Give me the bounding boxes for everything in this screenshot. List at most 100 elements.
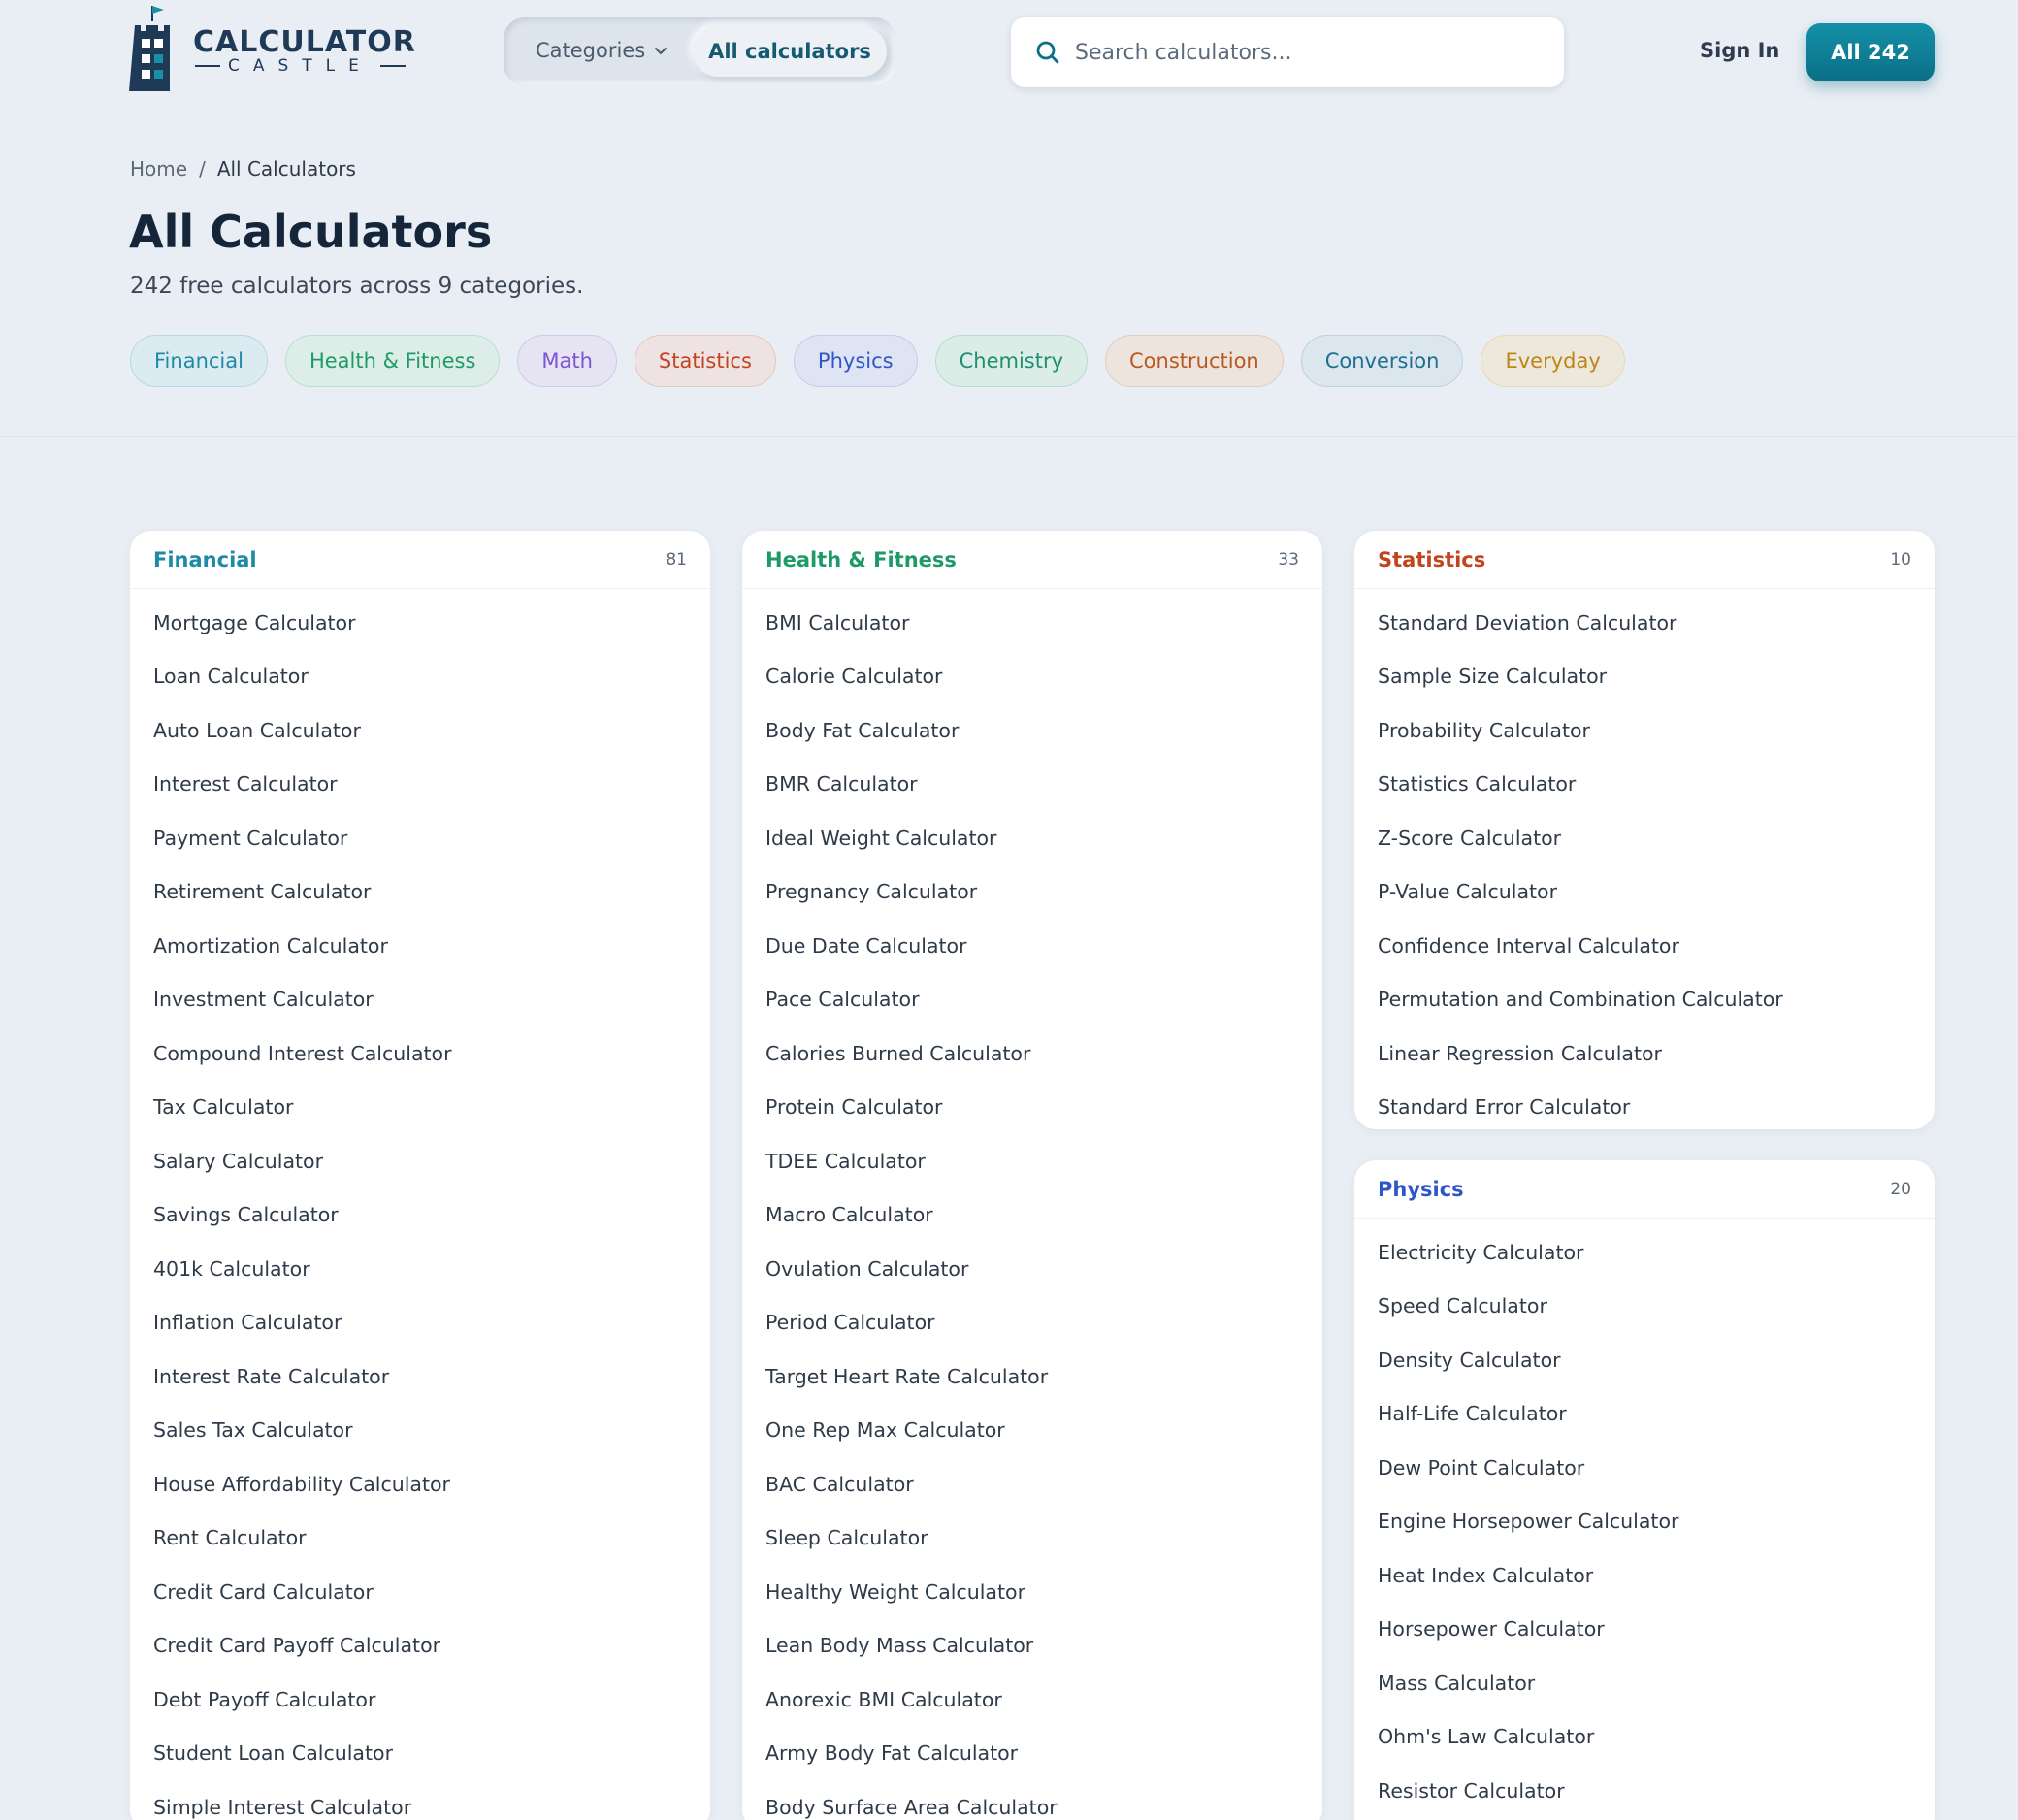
calculator-link[interactable]: Healthy Weight Calculator bbox=[742, 1565, 1322, 1619]
calculator-link[interactable]: Ohm's Law Calculator bbox=[1354, 1710, 1935, 1765]
calculator-link[interactable]: Probability Calculator bbox=[1354, 703, 1935, 758]
calculator-link[interactable]: One Rep Max Calculator bbox=[742, 1404, 1322, 1458]
calculator-link[interactable]: Target Heart Rate Calculator bbox=[742, 1349, 1322, 1404]
card-header[interactable]: Financial 81 bbox=[130, 531, 710, 589]
calculator-link[interactable]: Body Fat Calculator bbox=[742, 703, 1322, 758]
calculator-link[interactable]: Pregnancy Calculator bbox=[742, 865, 1322, 920]
calculator-link[interactable]: TDEE Calculator bbox=[742, 1134, 1322, 1188]
breadcrumb-home[interactable]: Home bbox=[130, 157, 187, 180]
site-logo[interactable]: CALCULATOR CASTLE bbox=[129, 4, 415, 93]
category-card-health-fitness: Health & Fitness 33 BMI Calculator Calori… bbox=[742, 531, 1322, 1820]
category-chip[interactable]: Financial bbox=[130, 335, 268, 387]
calculator-link[interactable]: Ideal Weight Calculator bbox=[742, 811, 1322, 865]
all-calculators-button[interactable]: All 242 bbox=[1806, 23, 1935, 81]
card-header[interactable]: Health & Fitness 33 bbox=[742, 531, 1322, 589]
main-nav: Categories All calculators bbox=[504, 17, 895, 85]
calculator-link[interactable]: Macro Calculator bbox=[742, 1188, 1322, 1243]
calculator-link[interactable]: BAC Calculator bbox=[742, 1457, 1322, 1511]
calculator-list: Mortgage Calculator Loan Calculator Auto L… bbox=[130, 596, 710, 1820]
calculator-link[interactable]: Mortgage Calculator bbox=[130, 596, 710, 650]
calculator-link[interactable]: Confidence Interval Calculator bbox=[1354, 919, 1935, 973]
calculator-link[interactable]: 401k Calculator bbox=[130, 1242, 710, 1296]
calculator-link[interactable]: Pace Calculator bbox=[742, 973, 1322, 1027]
calculator-link[interactable]: Interest Rate Calculator bbox=[130, 1349, 710, 1404]
category-chip[interactable]: Health & Fitness bbox=[284, 335, 501, 387]
calculator-link[interactable]: Interest Calculator bbox=[130, 758, 710, 812]
calculator-link[interactable]: Mass Calculator bbox=[1354, 1656, 1935, 1710]
category-chip[interactable]: Chemistry bbox=[934, 335, 1089, 387]
calculator-link[interactable]: Tax Calculator bbox=[130, 1081, 710, 1135]
category-chip[interactable]: Everyday bbox=[1481, 335, 1625, 387]
calculator-link[interactable]: Salary Calculator bbox=[130, 1134, 710, 1188]
calculator-link[interactable]: Simple Interest Calculator bbox=[130, 1780, 710, 1820]
calculator-link[interactable]: Calorie Calculator bbox=[742, 650, 1322, 704]
calculator-link[interactable]: Ovulation Calculator bbox=[742, 1242, 1322, 1296]
calculator-link[interactable]: Permutation and Combination Calculator bbox=[1354, 973, 1935, 1027]
calculator-link[interactable]: Investment Calculator bbox=[130, 973, 710, 1027]
card-title: Physics bbox=[1378, 1177, 1464, 1201]
calculator-link[interactable]: Horsepower Calculator bbox=[1354, 1603, 1935, 1657]
calculator-link[interactable]: Standard Error Calculator bbox=[1354, 1081, 1935, 1130]
calculator-link[interactable]: House Affordability Calculator bbox=[130, 1457, 710, 1511]
category-chip[interactable]: Physics bbox=[793, 335, 918, 387]
card-header[interactable]: Statistics 10 bbox=[1354, 531, 1935, 589]
calculator-link[interactable]: Standard Deviation Calculator bbox=[1354, 596, 1935, 650]
calculator-link[interactable]: Auto Loan Calculator bbox=[130, 703, 710, 758]
card-title: Health & Fitness bbox=[765, 547, 957, 571]
categories-label: Categories bbox=[536, 39, 646, 62]
calculator-link[interactable]: Rent Calculator bbox=[130, 1511, 710, 1566]
category-chip[interactable]: Statistics bbox=[634, 335, 776, 387]
calculator-link[interactable]: BMR Calculator bbox=[742, 758, 1322, 812]
calculator-link[interactable]: Calories Burned Calculator bbox=[742, 1026, 1322, 1081]
calculator-link[interactable]: Debt Payoff Calculator bbox=[130, 1673, 710, 1727]
calculator-link[interactable]: Dew Point Calculator bbox=[1354, 1441, 1935, 1495]
calculator-link[interactable]: Sleep Calculator bbox=[742, 1511, 1322, 1566]
category-chip[interactable]: Math bbox=[517, 335, 617, 387]
calculator-link[interactable]: Student Loan Calculator bbox=[130, 1727, 710, 1781]
categories-dropdown[interactable]: Categories bbox=[536, 39, 668, 62]
calculator-link[interactable]: Linear Regression Calculator bbox=[1354, 1026, 1935, 1081]
calculator-link[interactable]: Anorexic BMI Calculator bbox=[742, 1673, 1322, 1727]
calculator-link[interactable]: Protein Calculator bbox=[742, 1081, 1322, 1135]
calculator-link[interactable]: Credit Card Calculator bbox=[130, 1565, 710, 1619]
calculator-link[interactable]: Resistor Calculator bbox=[1354, 1764, 1935, 1818]
calculator-list: Electricity Calculator Speed Calculator De… bbox=[1354, 1225, 1935, 1818]
calculator-link[interactable]: Payment Calculator bbox=[130, 811, 710, 865]
calculator-link[interactable]: Lean Body Mass Calculator bbox=[742, 1619, 1322, 1674]
search-bar[interactable] bbox=[1011, 17, 1564, 87]
calculator-link[interactable]: Retirement Calculator bbox=[130, 865, 710, 920]
calculator-link[interactable]: Speed Calculator bbox=[1354, 1280, 1935, 1334]
category-card-statistics: Statistics 10 Standard Deviation Calcula… bbox=[1354, 531, 1935, 1129]
calculator-link[interactable]: Credit Card Payoff Calculator bbox=[130, 1619, 710, 1674]
calculator-link[interactable]: Period Calculator bbox=[742, 1296, 1322, 1350]
calculator-link[interactable]: P-Value Calculator bbox=[1354, 865, 1935, 920]
calculator-link[interactable]: Half-Life Calculator bbox=[1354, 1387, 1935, 1442]
all-calculators-tab[interactable]: All calculators bbox=[693, 26, 887, 77]
calculator-link[interactable]: Savings Calculator bbox=[130, 1188, 710, 1243]
calculator-link[interactable]: Compound Interest Calculator bbox=[130, 1026, 710, 1081]
calculator-link[interactable]: Engine Horsepower Calculator bbox=[1354, 1495, 1935, 1549]
category-chip[interactable]: Construction bbox=[1105, 335, 1284, 387]
logo-subtext-label: CASTLE bbox=[228, 56, 373, 76]
calculator-link[interactable]: Electricity Calculator bbox=[1354, 1225, 1935, 1280]
calculator-link[interactable]: BMI Calculator bbox=[742, 596, 1322, 650]
card-count: 33 bbox=[1278, 549, 1299, 569]
calculator-list: Standard Deviation Calculator Sample Size… bbox=[1354, 596, 1935, 1129]
sign-in-link[interactable]: Sign In bbox=[1700, 39, 1779, 62]
category-chip[interactable]: Conversion bbox=[1300, 335, 1464, 387]
card-title: Financial bbox=[153, 547, 257, 571]
search-input[interactable] bbox=[1075, 40, 1541, 65]
calculator-link[interactable]: Due Date Calculator bbox=[742, 919, 1322, 973]
calculator-link[interactable]: Body Surface Area Calculator bbox=[742, 1780, 1322, 1820]
calculator-link[interactable]: Density Calculator bbox=[1354, 1333, 1935, 1387]
calculator-link[interactable]: Z-Score Calculator bbox=[1354, 811, 1935, 865]
card-header[interactable]: Physics 20 bbox=[1354, 1160, 1935, 1219]
calculator-link[interactable]: Statistics Calculator bbox=[1354, 758, 1935, 812]
calculator-link[interactable]: Loan Calculator bbox=[130, 650, 710, 704]
calculator-link[interactable]: Amortization Calculator bbox=[130, 919, 710, 973]
calculator-link[interactable]: Army Body Fat Calculator bbox=[742, 1727, 1322, 1781]
calculator-link[interactable]: Heat Index Calculator bbox=[1354, 1548, 1935, 1603]
calculator-link[interactable]: Inflation Calculator bbox=[130, 1296, 710, 1350]
calculator-link[interactable]: Sample Size Calculator bbox=[1354, 650, 1935, 704]
calculator-link[interactable]: Sales Tax Calculator bbox=[130, 1404, 710, 1458]
